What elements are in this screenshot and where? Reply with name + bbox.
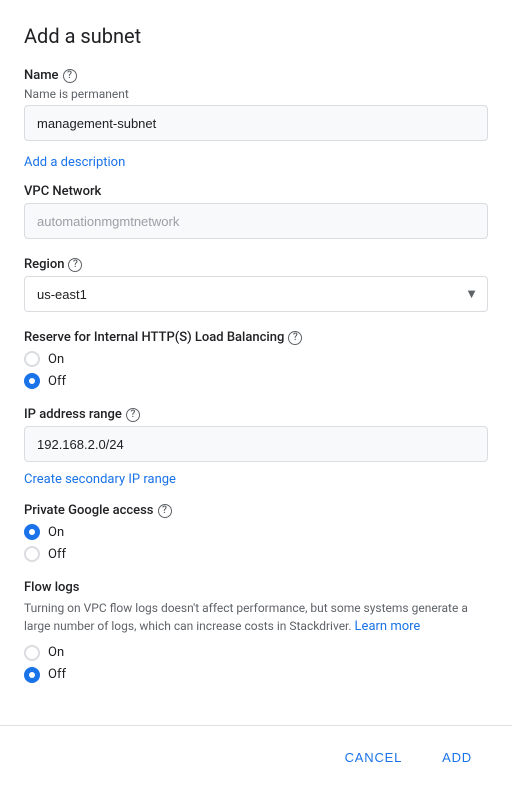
name-input[interactable] xyxy=(24,105,488,141)
flow-logs-on[interactable]: On xyxy=(24,645,488,661)
name-label: Name ? xyxy=(24,68,488,83)
private-google-help-icon[interactable]: ? xyxy=(158,504,172,518)
add-button[interactable]: ADD xyxy=(426,742,488,773)
reserve-lb-on-label: On xyxy=(48,352,64,367)
private-google-on-label: On xyxy=(48,525,64,540)
page-title: Add a subnet xyxy=(24,24,488,48)
reserve-lb-on-circle xyxy=(24,351,40,367)
private-google-label: Private Google access ? xyxy=(24,503,488,518)
flow-logs-learn-more-link[interactable]: Learn more xyxy=(355,619,421,634)
flow-logs-on-label: On xyxy=(48,645,64,660)
private-google-field-group: Private Google access ? On Off xyxy=(24,503,488,562)
flow-logs-on-circle xyxy=(24,645,40,661)
reserve-lb-off[interactable]: Off xyxy=(24,373,488,389)
vpc-network-label: VPC Network xyxy=(24,184,488,199)
cancel-button[interactable]: CANCEL xyxy=(329,742,419,773)
private-google-off[interactable]: Off xyxy=(24,546,488,562)
vpc-network-input[interactable] xyxy=(24,203,488,239)
reserve-lb-on[interactable]: On xyxy=(24,351,488,367)
private-google-off-label: Off xyxy=(48,547,66,562)
region-label: Region ? xyxy=(24,257,488,272)
private-google-off-circle xyxy=(24,546,40,562)
flow-logs-label: Flow logs xyxy=(24,580,488,595)
add-description-group: Add a description xyxy=(24,149,488,170)
vpc-network-field-group: VPC Network xyxy=(24,184,488,239)
ip-range-label: IP address range ? xyxy=(24,407,488,422)
footer: CANCEL ADD xyxy=(0,726,512,789)
reserve-lb-label: Reserve for Internal HTTP(S) Load Balanc… xyxy=(24,330,488,345)
private-google-radio-group: On Off xyxy=(24,524,488,562)
private-google-on-circle xyxy=(24,524,40,540)
name-field-group: Name ? Name is permanent xyxy=(24,68,488,141)
ip-range-help-icon[interactable]: ? xyxy=(126,408,140,422)
ip-range-input[interactable] xyxy=(24,426,488,462)
region-select-wrapper: us-east1 us-central1 us-west1 europe-wes… xyxy=(24,276,488,312)
create-secondary-link[interactable]: Create secondary IP range xyxy=(24,472,176,487)
create-secondary-group: Create secondary IP range xyxy=(24,472,488,487)
region-select[interactable]: us-east1 us-central1 us-west1 europe-wes… xyxy=(24,276,488,312)
flow-logs-field-group: Flow logs Turning on VPC flow logs doesn… xyxy=(24,580,488,683)
private-google-on[interactable]: On xyxy=(24,524,488,540)
name-help-icon[interactable]: ? xyxy=(63,69,77,83)
flow-logs-radio-group: On Off xyxy=(24,645,488,683)
flow-logs-off-circle xyxy=(24,667,40,683)
add-description-link[interactable]: Add a description xyxy=(24,155,125,170)
region-field-group: Region ? us-east1 us-central1 us-west1 e… xyxy=(24,257,488,312)
ip-range-field-group: IP address range ? xyxy=(24,407,488,462)
reserve-lb-radio-group: On Off xyxy=(24,351,488,389)
reserve-lb-off-circle xyxy=(24,373,40,389)
reserve-lb-off-label: Off xyxy=(48,374,66,389)
region-help-icon[interactable]: ? xyxy=(68,258,82,272)
reserve-lb-field-group: Reserve for Internal HTTP(S) Load Balanc… xyxy=(24,330,488,389)
flow-logs-off-label: Off xyxy=(48,667,66,682)
name-sublabel: Name is permanent xyxy=(24,87,488,101)
reserve-lb-help-icon[interactable]: ? xyxy=(288,331,302,345)
flow-logs-off[interactable]: Off xyxy=(24,667,488,683)
flow-logs-description: Turning on VPC flow logs doesn't affect … xyxy=(24,599,488,637)
